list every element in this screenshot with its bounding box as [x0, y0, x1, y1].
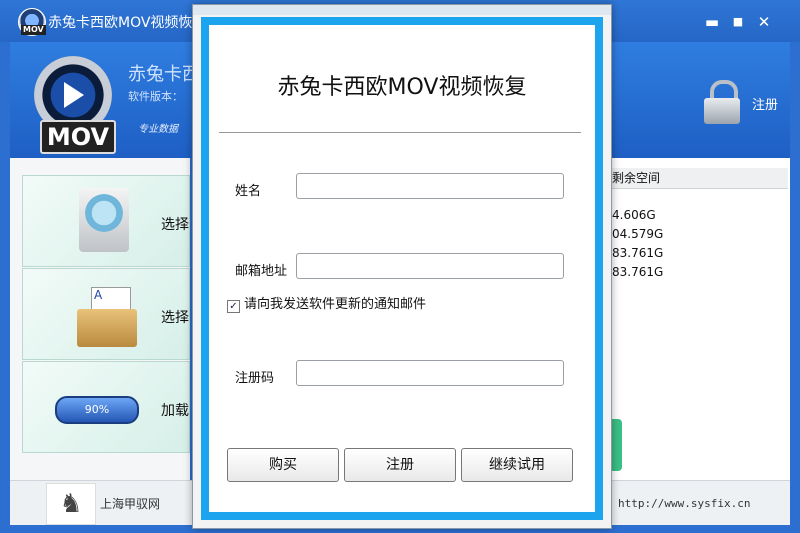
select-file-card[interactable]: A 选择 — [22, 268, 190, 360]
drive-list-panel: 剩余空间 4.606G 04.579G 83.761G 83.761G — [608, 158, 790, 480]
email-input[interactable] — [296, 253, 564, 279]
header-slogan: 专业数据 — [138, 124, 178, 135]
lock-icon[interactable] — [704, 80, 740, 124]
folder-icon: A — [77, 287, 137, 347]
mov-logo: MOV — [30, 52, 126, 154]
maximize-button[interactable]: ■ — [726, 12, 750, 32]
app-icon: MOV — [18, 8, 46, 36]
play-icon — [64, 82, 84, 108]
footer-company: 上海甲驭网 — [100, 497, 161, 511]
dialog-frame: 赤兔卡西欧MOV视频恢复 姓名 邮箱地址 ✓ 请向我发送软件更新的通知邮件 注册码… — [201, 17, 603, 520]
code-input[interactable] — [296, 360, 564, 386]
header-register-link[interactable]: 注册 — [752, 94, 778, 113]
card-label: 选择 — [161, 217, 189, 233]
free-space-value[interactable]: 04.579G — [612, 227, 663, 241]
footer-url[interactable]: http://www.sysfix.cn — [618, 497, 750, 510]
name-label: 姓名 — [235, 184, 262, 199]
trial-button[interactable]: 继续试用 — [461, 448, 573, 482]
email-label: 邮箱地址 — [235, 264, 288, 279]
close-button[interactable]: ✕ — [752, 12, 776, 32]
free-space-value[interactable]: 83.761G — [612, 265, 663, 279]
card-label: 选择 — [161, 310, 189, 326]
dialog-title: 赤兔卡西欧MOV视频恢复 — [277, 75, 527, 100]
buy-button[interactable]: 购买 — [227, 448, 339, 482]
header-version: 软件版本： — [128, 90, 183, 103]
header-app-name: 赤兔卡西 — [128, 64, 200, 85]
horse-logo-icon: ♞ — [46, 483, 96, 525]
free-space-column-header[interactable]: 剩余空间 — [608, 168, 788, 189]
register-button[interactable]: 注册 — [344, 448, 456, 482]
progress-pill: 90% — [55, 396, 139, 424]
name-input[interactable] — [296, 173, 564, 199]
code-label: 注册码 — [235, 371, 275, 386]
notify-checkbox-label: 请向我发送软件更新的通知邮件 — [244, 297, 427, 312]
disk-icon — [79, 188, 129, 252]
app-icon-mov-label: MOV — [21, 25, 46, 35]
minimize-button[interactable]: ▬ — [700, 12, 724, 32]
window-title: 赤兔卡西欧MOV视频恢复 — [48, 15, 207, 31]
logo-mov-label: MOV — [40, 120, 116, 154]
notify-checkbox[interactable]: ✓ — [227, 300, 240, 313]
left-panel: 选择 A 选择 90% 加载 — [10, 158, 190, 480]
card-label: 加载 — [161, 403, 189, 419]
select-disk-card[interactable]: 选择 — [22, 175, 190, 267]
load-card[interactable]: 90% 加载 — [22, 361, 190, 453]
free-space-value[interactable]: 83.761G — [612, 246, 663, 260]
free-space-value[interactable]: 4.606G — [612, 208, 656, 222]
register-dialog: 赤兔卡西欧MOV视频恢复 姓名 邮箱地址 ✓ 请向我发送软件更新的通知邮件 注册码… — [192, 4, 612, 529]
notify-checkbox-row[interactable]: ✓ 请向我发送软件更新的通知邮件 — [227, 293, 426, 313]
dialog-titlebar — [193, 5, 611, 15]
divider — [219, 132, 581, 133]
